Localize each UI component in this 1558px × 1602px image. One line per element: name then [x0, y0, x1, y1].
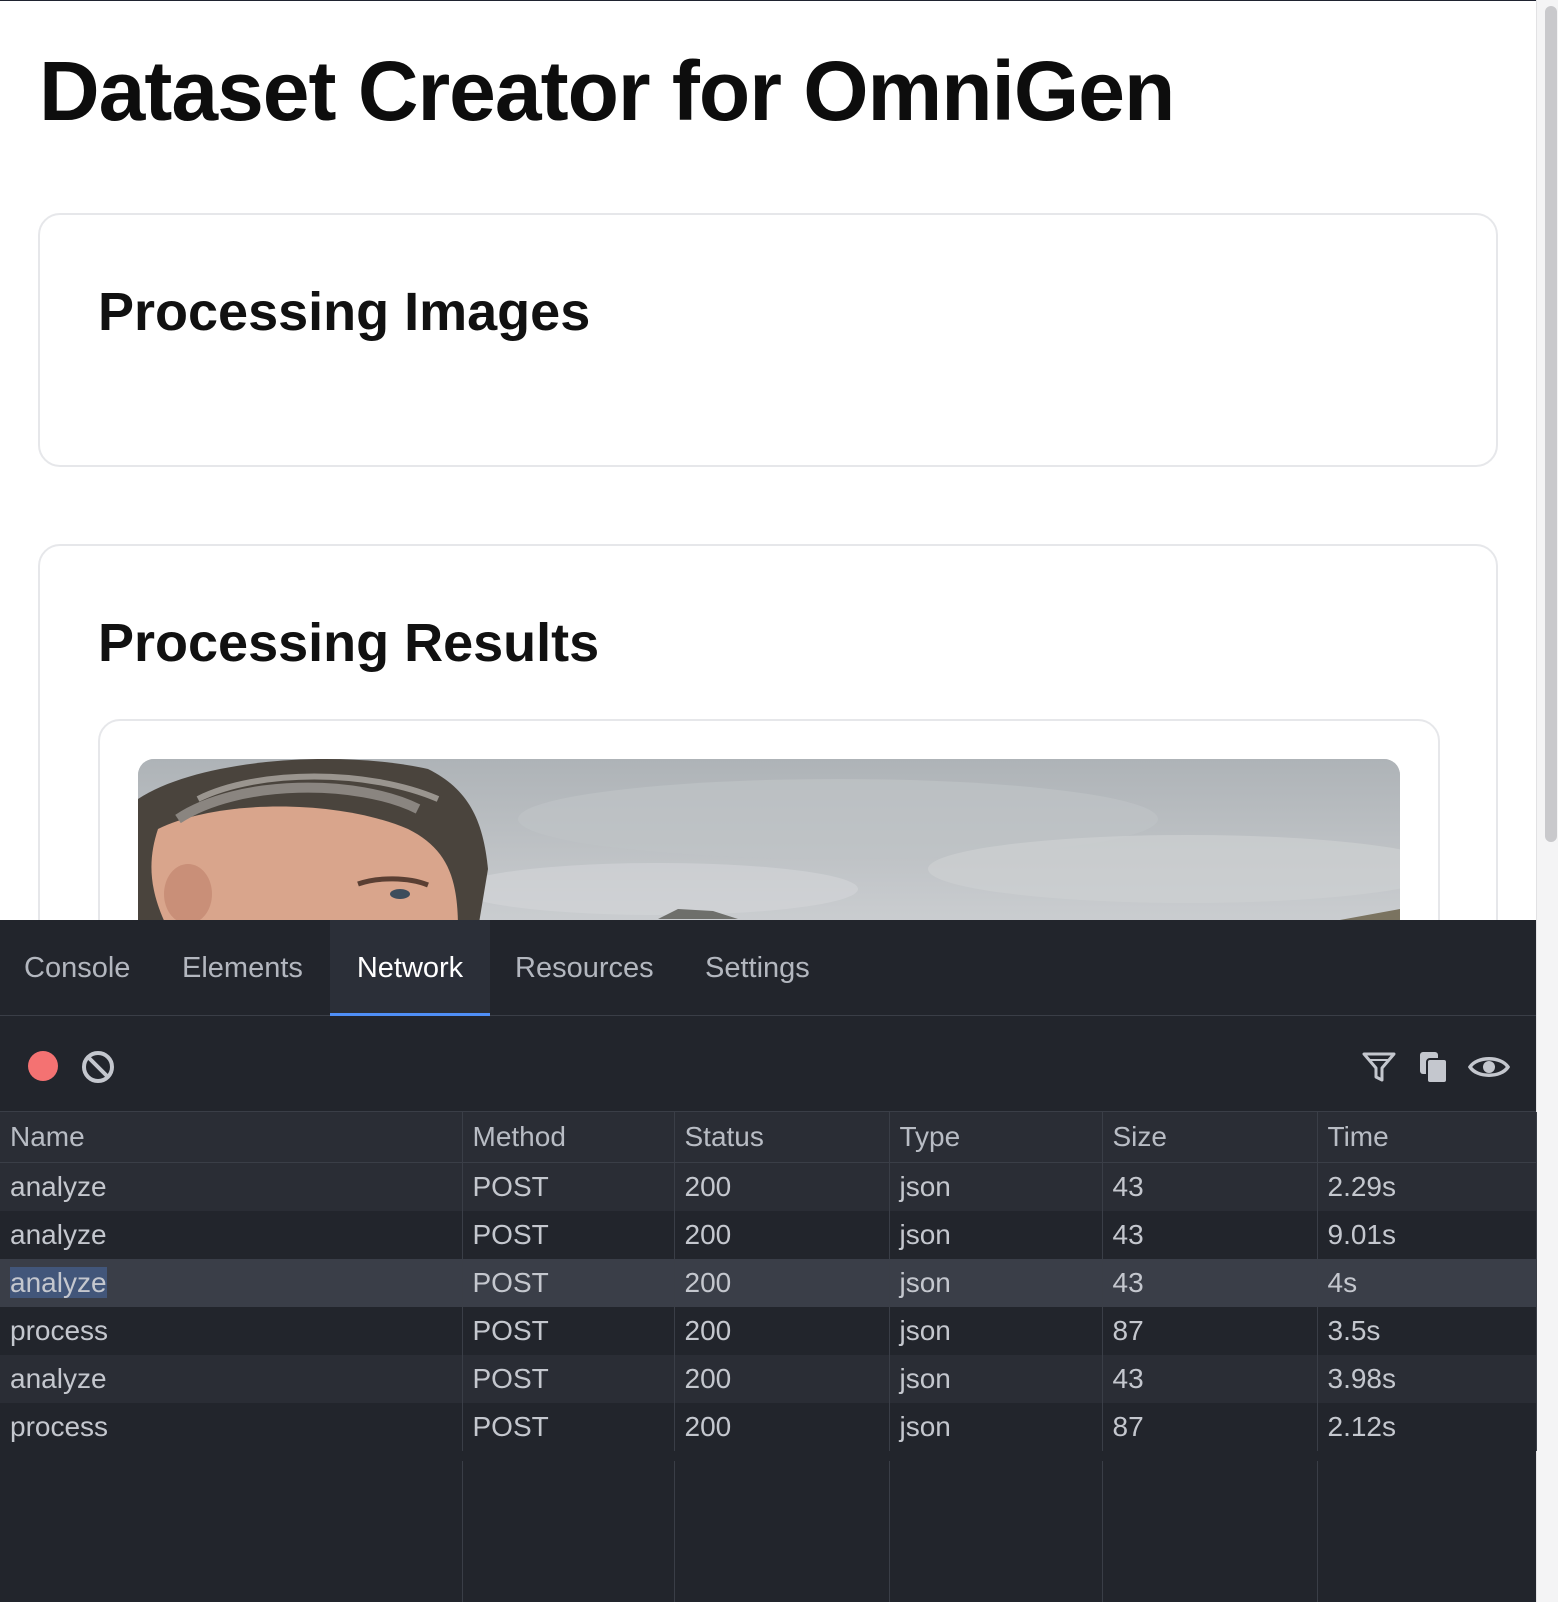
copy-icon[interactable] [1416, 1049, 1452, 1085]
request-size: 87 [1102, 1403, 1318, 1451]
table-row[interactable]: analyze POST 200 json 43 9.01s [0, 1211, 1537, 1259]
request-status: 200 [674, 1307, 890, 1355]
request-type: json [889, 1403, 1103, 1451]
processing-images-heading: Processing Images [98, 282, 591, 342]
network-table-header: Name Method Status Type Size Time [0, 1112, 1537, 1163]
request-method: POST [462, 1307, 675, 1355]
tab-resources[interactable]: Resources [491, 920, 678, 1016]
column-divider [462, 1461, 463, 1602]
table-row-selected[interactable]: analyze POST 200 json 43 4s [0, 1259, 1537, 1307]
result-item [98, 719, 1440, 921]
clear-icon[interactable] [80, 1049, 116, 1085]
request-status: 200 [674, 1259, 890, 1307]
request-name: analyze [0, 1259, 463, 1307]
record-icon[interactable] [28, 1051, 58, 1081]
web-page: Dataset Creator for OmniGen Processing I… [0, 0, 1536, 921]
request-time: 4s [1317, 1259, 1537, 1307]
devtools-panel: Console Elements Network Resources Setti… [0, 920, 1537, 1602]
column-divider [889, 1461, 890, 1602]
column-header-name[interactable]: Name [0, 1112, 463, 1163]
column-divider [1102, 1461, 1103, 1602]
tab-settings[interactable]: Settings [681, 920, 834, 1016]
tab-elements[interactable]: Elements [158, 920, 327, 1016]
table-row[interactable]: analyze POST 200 json 43 2.29s [0, 1162, 1537, 1211]
request-type: json [889, 1307, 1103, 1355]
request-name: process [0, 1307, 463, 1355]
request-time: 9.01s [1317, 1211, 1537, 1259]
request-size: 43 [1102, 1162, 1318, 1211]
processing-results-card: Processing Results [38, 544, 1498, 921]
request-size: 87 [1102, 1307, 1318, 1355]
request-type: json [889, 1355, 1103, 1403]
request-time: 3.98s [1317, 1355, 1537, 1403]
table-row[interactable]: process POST 200 json 87 2.12s [0, 1403, 1537, 1451]
request-method: POST [462, 1403, 675, 1451]
request-size: 43 [1102, 1259, 1318, 1307]
tab-console[interactable]: Console [0, 920, 154, 1016]
processing-results-heading: Processing Results [98, 613, 600, 673]
page-scrollbar[interactable] [1536, 0, 1558, 1602]
request-size: 43 [1102, 1355, 1318, 1403]
request-status: 200 [674, 1355, 890, 1403]
network-toolbar [0, 1016, 1536, 1112]
request-time: 2.29s [1317, 1162, 1537, 1211]
request-method: POST [462, 1211, 675, 1259]
processing-images-card: Processing Images [38, 213, 1498, 467]
filter-icon[interactable] [1361, 1049, 1397, 1085]
column-header-size[interactable]: Size [1102, 1112, 1318, 1163]
request-name: analyze [0, 1211, 463, 1259]
request-time: 3.5s [1317, 1307, 1537, 1355]
table-row[interactable]: analyze POST 200 json 43 3.98s [0, 1355, 1537, 1403]
column-header-time[interactable]: Time [1317, 1112, 1537, 1163]
selected-text: analyze [10, 1267, 107, 1298]
request-status: 200 [674, 1211, 890, 1259]
network-table: Name Method Status Type Size Time analyz… [0, 1112, 1537, 1451]
page-title: Dataset Creator for OmniGen [39, 44, 1175, 138]
column-header-type[interactable]: Type [889, 1112, 1103, 1163]
request-method: POST [462, 1259, 675, 1307]
devtools-tab-bar: Console Elements Network Resources Setti… [0, 920, 1536, 1016]
result-image[interactable] [138, 759, 1400, 921]
column-divider [1317, 1461, 1318, 1602]
request-type: json [889, 1259, 1103, 1307]
request-type: json [889, 1162, 1103, 1211]
request-type: json [889, 1211, 1103, 1259]
page-scrollbar-thumb[interactable] [1545, 6, 1557, 842]
table-row[interactable]: process POST 200 json 87 3.5s [0, 1307, 1537, 1355]
request-status: 200 [674, 1403, 890, 1451]
column-header-status[interactable]: Status [674, 1112, 890, 1163]
column-divider [674, 1461, 675, 1602]
request-name: analyze [0, 1162, 463, 1211]
request-status: 200 [674, 1162, 890, 1211]
column-header-method[interactable]: Method [462, 1112, 675, 1163]
result-image-photo [138, 759, 1400, 921]
request-size: 43 [1102, 1211, 1318, 1259]
request-method: POST [462, 1162, 675, 1211]
request-method: POST [462, 1355, 675, 1403]
request-name: process [0, 1403, 463, 1451]
request-time: 2.12s [1317, 1403, 1537, 1451]
eye-icon[interactable] [1467, 1049, 1511, 1085]
tab-network[interactable]: Network [330, 920, 490, 1016]
request-name: analyze [0, 1355, 463, 1403]
